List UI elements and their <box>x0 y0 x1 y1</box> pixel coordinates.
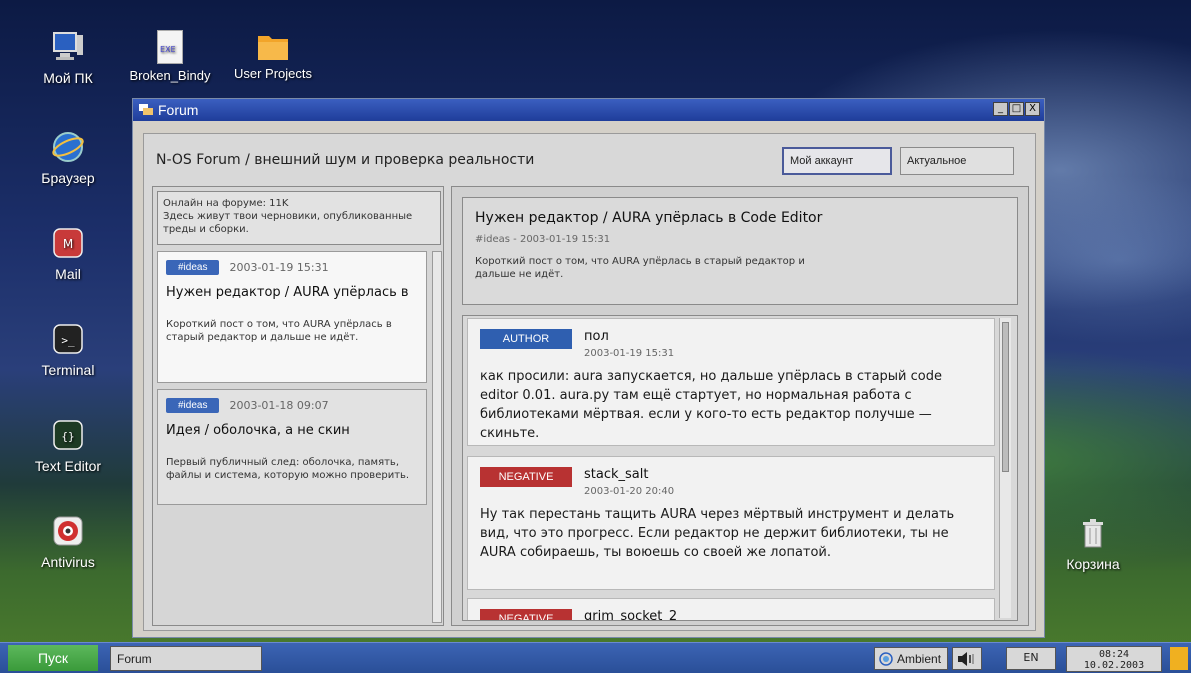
ambient-toggle[interactable]: Ambient <box>874 647 948 670</box>
thread-tag: #ideas <box>166 260 220 275</box>
desktop-icon-label: Broken_Bindy <box>129 68 211 83</box>
notification-icon[interactable] <box>1170 647 1188 670</box>
thread-title: Идея / оболочка, а не скин <box>166 423 350 438</box>
thread-card[interactable]: #ideas 2003-01-18 09:07 Идея / оболочка,… <box>157 389 427 505</box>
topic-desc: Короткий пост о том, что AURA упёрлась в… <box>475 256 805 280</box>
thread-title: Нужен редактор / AURA упёрлась в <box>166 285 409 300</box>
svg-text:>_: >_ <box>61 334 75 347</box>
desktop-icon-label: Мой ПК <box>43 70 93 86</box>
desktop-icon-my-pc[interactable]: Мой ПК <box>23 30 113 86</box>
topic-title: Нужен редактор / AURA упёрлась в Code Ed… <box>475 210 823 226</box>
desktop-icon-trash[interactable]: Корзина <box>1048 516 1138 572</box>
thread-sidebar: Онлайн на форуме: 11K Здесь живут твои ч… <box>152 186 444 626</box>
ambient-label: Ambient <box>897 651 942 666</box>
post: NEGATIVE grim_socket_2 <box>467 598 995 620</box>
close-button[interactable]: X <box>1025 102 1040 116</box>
author-badge: AUTHOR <box>480 329 572 349</box>
window-titlebar[interactable]: Forum _ □ X <box>133 99 1044 121</box>
mail-icon: M <box>51 226 85 260</box>
online-count: Онлайн на форуме: 11K <box>163 198 289 209</box>
thread-tag: #ideas <box>166 398 220 413</box>
minimize-button[interactable]: _ <box>993 102 1008 116</box>
topic-summary: Нужен редактор / AURA упёрлась в Code Ed… <box>462 197 1018 305</box>
thread-date: 2003-01-18 09:07 <box>229 399 329 412</box>
thread-list-scrollbar[interactable] <box>432 251 442 623</box>
svg-text:{}: {} <box>61 430 74 443</box>
post-username[interactable]: grim_socket_2 <box>584 609 677 620</box>
negative-badge: NEGATIVE <box>480 609 572 620</box>
desktop-icon-browser[interactable]: Браузер <box>23 130 113 186</box>
post-username[interactable]: пол <box>584 329 674 344</box>
antivirus-icon <box>51 514 85 548</box>
topic-panel: Нужен редактор / AURA упёрлась в Code Ed… <box>451 186 1029 626</box>
desktop-icon-user-projects[interactable]: User Projects <box>228 30 318 81</box>
desktop-icon-text-editor[interactable]: {} Text Editor <box>23 418 113 474</box>
negative-badge: NEGATIVE <box>480 467 572 487</box>
desktop-icon-terminal[interactable]: >_ Terminal <box>23 322 113 378</box>
actual-button[interactable]: Актуальное <box>900 147 1014 175</box>
clock[interactable]: 08:24 10.02.2003 <box>1066 646 1162 672</box>
volume-button[interactable] <box>952 647 982 670</box>
forum-chat-icon <box>139 104 153 115</box>
ambient-icon <box>879 651 893 666</box>
forum-header-title: N-OS Forum / внешний шум и проверка реал… <box>156 152 535 168</box>
desktop-icon-label: Браузер <box>41 170 95 186</box>
exe-file-icon: EXE <box>157 30 183 64</box>
thread-desc: Короткий пост о том, что AURA упёрлась в… <box>166 319 392 343</box>
start-button[interactable]: Пуск <box>8 645 98 671</box>
forum-window: Forum _ □ X N-OS Forum / внешний шум и п… <box>132 98 1045 638</box>
thread-date: 2003-01-19 15:31 <box>229 261 329 274</box>
speaker-icon <box>958 651 974 666</box>
desktop-icon-label: Корзина <box>1066 556 1120 572</box>
desktop-icon-label: User Projects <box>233 66 313 81</box>
post: NEGATIVE stack_salt 2003-01-20 20:40 Ну … <box>467 456 995 590</box>
folder-icon <box>256 30 290 62</box>
post-username[interactable]: stack_salt <box>584 467 674 482</box>
thread-desc: Первый публичный след: оболочка, память,… <box>166 457 410 481</box>
desktop-icon-broken-bindy[interactable]: EXE Broken_Bindy <box>128 30 212 83</box>
forum-body: N-OS Forum / внешний шум и проверка реал… <box>143 133 1036 631</box>
clock-date: 10.02.2003 <box>1083 660 1145 671</box>
topic-meta: #ideas - 2003-01-19 15:31 <box>475 234 611 245</box>
online-info-box: Онлайн на форуме: 11K Здесь живут твои ч… <box>157 191 441 245</box>
desktop-icon-label: Text Editor <box>34 458 102 474</box>
language-indicator[interactable]: EN <box>1006 647 1056 670</box>
maximize-button[interactable]: □ <box>1009 102 1024 116</box>
desktop-icon-antivirus[interactable]: Antivirus <box>23 514 113 570</box>
desktop-icon-label: Antivirus <box>41 554 95 570</box>
window-title: Forum <box>158 102 199 118</box>
online-description: Здесь живут твои черновики, опубликованн… <box>163 211 413 235</box>
post-text: Ну так перестань тащить AURA через мёртв… <box>480 507 955 560</box>
post-timestamp: 2003-01-19 15:31 <box>584 348 675 359</box>
thread-list: #ideas 2003-01-19 15:31 Нужен редактор /… <box>157 251 429 623</box>
taskbar: Пуск Forum Ambient EN 08:24 10.02.2003 <box>0 642 1191 673</box>
taskbar-item-forum[interactable]: Forum <box>110 646 262 671</box>
posts-scrollbar[interactable] <box>999 318 1011 618</box>
thread-card[interactable]: #ideas 2003-01-19 15:31 Нужен редактор /… <box>157 251 427 383</box>
post: AUTHOR пол 2003-01-19 15:31 как просили:… <box>467 318 995 446</box>
text-editor-icon: {} <box>51 418 85 452</box>
desktop-icon-mail[interactable]: M Mail <box>23 226 113 282</box>
svg-text:M: M <box>63 237 73 251</box>
trash-icon <box>1076 516 1110 550</box>
forum-header: N-OS Forum / внешний шум и проверка реал… <box>156 144 1024 176</box>
clock-time: 08:24 <box>1098 649 1130 660</box>
terminal-icon: >_ <box>51 322 85 356</box>
desktop-icon-label: Terminal <box>41 362 95 378</box>
posts-area: AUTHOR пол 2003-01-19 15:31 как просили:… <box>462 315 1018 621</box>
browser-globe-icon <box>51 130 85 164</box>
post-text: как просили: aura запускается, но дальше… <box>480 369 942 441</box>
posts-scrollbar-thumb[interactable] <box>1002 322 1009 472</box>
my-account-button[interactable]: Мой аккаунт <box>782 147 892 175</box>
post-timestamp: 2003-01-20 20:40 <box>584 486 675 497</box>
desktop-icon-label: Mail <box>55 266 81 282</box>
computer-icon <box>51 30 85 64</box>
